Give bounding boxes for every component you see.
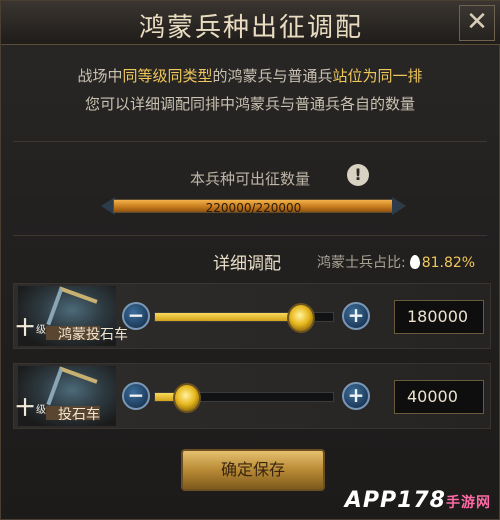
- description-line-2: 您可以详细调配同排中鸿蒙兵与普通兵各自的数量: [84, 95, 415, 113]
- tier-icon: 十: [16, 398, 34, 419]
- flame-icon: [409, 255, 420, 269]
- bar-track: 220000/220000: [113, 199, 394, 215]
- quantity-slider[interactable]: [154, 383, 334, 413]
- confirm-save-button[interactable]: 确定保存: [181, 449, 325, 491]
- desc-text: 的鸿蒙兵与普通兵: [212, 67, 333, 85]
- ratio-value: 81.82%: [421, 255, 476, 271]
- desc-highlight: 同等级同类型: [122, 67, 213, 85]
- quantity-slider[interactable]: [154, 303, 334, 333]
- unit-name: 鸿蒙投石车: [58, 327, 128, 343]
- tier-sub-label: 级: [36, 405, 46, 416]
- close-button[interactable]: ✕: [459, 5, 495, 41]
- available-count-text: 220000/220000: [205, 201, 302, 215]
- decrease-button[interactable]: −: [122, 302, 150, 330]
- divider: [13, 141, 487, 142]
- watermark-main: APP178: [344, 488, 446, 513]
- troop-allocation-dialog: 鸿蒙兵种出征调配 ✕ 战场中同等级同类型的鸿蒙兵与普通兵站位为同一排 您可以详细…: [0, 0, 500, 520]
- unit-name: 投石车: [58, 407, 100, 423]
- detail-allocation-title: 详细调配: [213, 254, 281, 274]
- quantity-field[interactable]: 40000: [394, 380, 484, 414]
- watermark-sub: 手游网: [446, 495, 491, 511]
- tier-icon: 十: [16, 318, 34, 339]
- ratio-label: 鸿蒙士兵占比:: [317, 255, 406, 271]
- unit-row-hongmeng-catapult: 十 级 鸿蒙投石车 − + 180000: [13, 283, 491, 349]
- decrease-button[interactable]: −: [122, 382, 150, 410]
- slider-thumb[interactable]: [286, 303, 315, 333]
- available-progress-bar: 220000/220000: [101, 197, 406, 215]
- divider: [13, 235, 487, 236]
- increase-button[interactable]: +: [342, 382, 370, 410]
- desc-highlight: 站位为同一排: [332, 67, 423, 85]
- quantity-field[interactable]: 180000: [394, 300, 484, 334]
- ratio-display: 鸿蒙士兵占比: 81.82%: [317, 252, 475, 272]
- dialog-title: 鸿蒙兵种出征调配: [138, 13, 363, 43]
- tier-sub-label: 级: [36, 325, 46, 336]
- available-count-label: 本兵种可出征数量: [189, 170, 310, 188]
- description-line-1: 战场中同等级同类型的鸿蒙兵与普通兵站位为同一排: [1, 65, 499, 86]
- increase-button[interactable]: +: [342, 302, 370, 330]
- title-bar: 鸿蒙兵种出征调配 ✕: [1, 1, 500, 45]
- desc-text: 战场中: [77, 67, 123, 85]
- slider-thumb[interactable]: [173, 383, 202, 413]
- watermark-logo: APP178手游网: [345, 488, 491, 513]
- bar-right-cap: [392, 197, 406, 215]
- unit-row-catapult: 十 级 投石车 − + 40000: [13, 363, 491, 429]
- slider-fill: [155, 313, 301, 321]
- info-icon[interactable]: !: [347, 164, 369, 186]
